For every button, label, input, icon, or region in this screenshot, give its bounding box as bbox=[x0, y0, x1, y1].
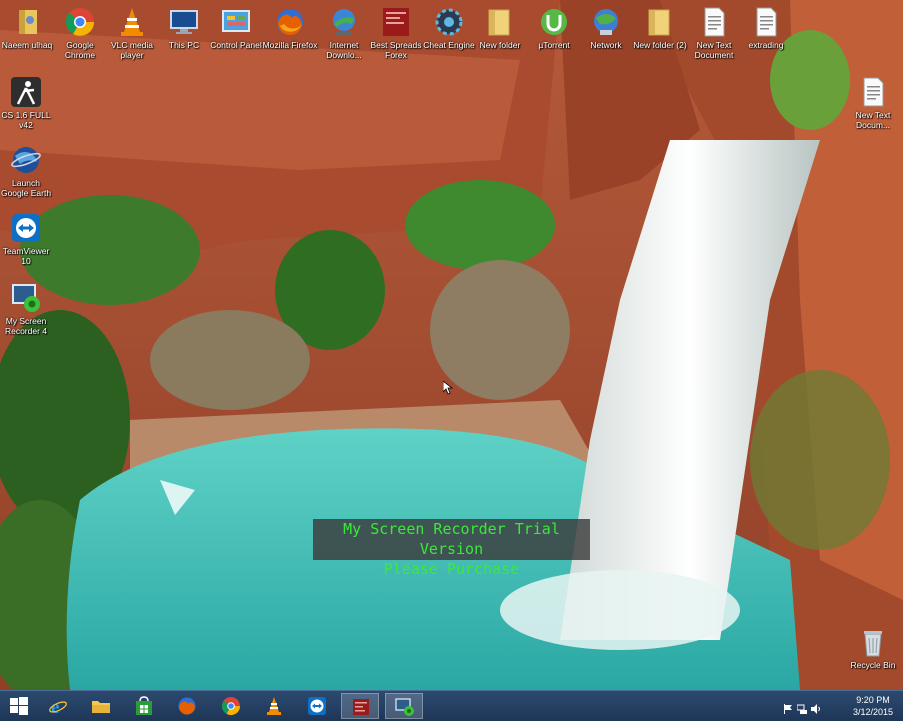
desktop-icon-new-text-document-2[interactable]: New Text Docum... bbox=[845, 72, 901, 130]
desktop-icon-label: My Screen Recorder 4 bbox=[4, 316, 48, 336]
taskbar-teamviewer-button[interactable] bbox=[298, 693, 336, 719]
desktop-icon-label: Best Spreads Forex bbox=[370, 40, 422, 60]
network-icon bbox=[590, 6, 622, 38]
taskbar-screen-recorder-button[interactable] bbox=[385, 693, 423, 719]
desktop-icon-label: New Text Docum... bbox=[855, 110, 891, 130]
folder-icon bbox=[484, 6, 516, 38]
desktop-icon-label: Naeem ulhaq bbox=[1, 40, 53, 50]
desktop-icon-label: Recycle Bin bbox=[850, 660, 896, 670]
desktop-icon-my-screen-recorder[interactable]: My Screen Recorder 4 bbox=[0, 278, 54, 336]
recycle-bin-icon bbox=[857, 626, 889, 658]
idm-icon bbox=[328, 6, 360, 38]
vlc-icon bbox=[116, 6, 148, 38]
desktop-icon-label: CS 1.6 FULL v42 bbox=[1, 110, 51, 130]
taskbar-file-explorer-button[interactable] bbox=[82, 693, 120, 719]
folder-icon bbox=[644, 6, 676, 38]
volume-icon[interactable] bbox=[811, 701, 821, 714]
computer-icon bbox=[168, 6, 200, 38]
teamviewer-icon bbox=[10, 212, 42, 244]
desktop-icon-label: extrading bbox=[748, 40, 784, 50]
desktop-icon-label: This PC bbox=[168, 40, 200, 50]
taskbar-firefox-button[interactable] bbox=[168, 693, 206, 719]
start-button[interactable] bbox=[0, 693, 38, 719]
utorrent-icon bbox=[538, 6, 570, 38]
desktop-icon-label: TeamViewer 10 bbox=[2, 246, 50, 266]
desktop-wallpaper bbox=[0, 0, 903, 720]
text-document-icon bbox=[857, 76, 889, 108]
desktop-icon-new-folder[interactable]: New folder bbox=[472, 2, 528, 50]
desktop-icon-label: µTorrent bbox=[538, 40, 570, 50]
desktop-icon-teamviewer[interactable]: TeamViewer 10 bbox=[0, 208, 54, 266]
taskbar-clock[interactable]: 9:20 PM 3/12/2015 bbox=[853, 694, 893, 718]
desktop-icon-label: Network bbox=[590, 40, 622, 50]
desktop-icon-label: Launch Google Earth bbox=[0, 178, 52, 198]
desktop-icon-cheat-engine[interactable]: Cheat Engine bbox=[421, 2, 477, 50]
desktop-icon-control-panel[interactable]: Control Panel bbox=[208, 2, 264, 50]
desktop-icon-firefox[interactable]: Mozilla Firefox bbox=[262, 2, 318, 50]
text-document-icon bbox=[750, 6, 782, 38]
watermark-line-1: My Screen Recorder Trial Version bbox=[343, 520, 560, 558]
text-document-icon bbox=[698, 6, 730, 38]
desktop-icon-network[interactable]: Network bbox=[578, 2, 634, 50]
taskbar-store-button[interactable] bbox=[125, 693, 163, 719]
desktop-icon-this-pc[interactable]: This PC bbox=[156, 2, 212, 50]
taskbar-forex-button[interactable] bbox=[341, 693, 379, 719]
taskbar-vlc-button[interactable] bbox=[255, 693, 293, 719]
user-folder-icon bbox=[11, 6, 43, 38]
counter-strike-icon bbox=[10, 76, 42, 108]
desktop-icon-new-folder-2[interactable]: New folder (2) bbox=[632, 2, 688, 50]
system-tray: 9:20 PM 3/12/2015 bbox=[779, 691, 899, 721]
desktop-icon-utorrent[interactable]: µTorrent bbox=[526, 2, 582, 50]
taskbar: e 9:20 PM 3/12/2015 bbox=[0, 690, 903, 721]
desktop-icon-label: VLC media player bbox=[110, 40, 154, 60]
clock-date: 3/12/2015 bbox=[852, 707, 893, 717]
trial-watermark: My Screen Recorder Trial Version Please … bbox=[313, 519, 590, 578]
clock-time: 9:20 PM bbox=[856, 695, 890, 705]
chrome-icon bbox=[64, 6, 96, 38]
desktop-icon-label: Internet Downlo... bbox=[326, 40, 362, 60]
google-earth-icon bbox=[10, 144, 42, 176]
desktop-icon-forex[interactable]: Best Spreads Forex bbox=[368, 2, 424, 60]
desktop-icon-idm[interactable]: Internet Downlo... bbox=[316, 2, 372, 60]
forex-icon bbox=[380, 6, 412, 38]
cheat-engine-icon bbox=[433, 6, 465, 38]
taskbar-internet-explorer-button[interactable]: e bbox=[39, 693, 77, 719]
desktop-icon-chrome[interactable]: Google Chrome bbox=[52, 2, 108, 60]
desktop-icon-label: Google Chrome bbox=[64, 40, 96, 60]
desktop-icon-label: Cheat Engine bbox=[423, 40, 475, 50]
firefox-icon bbox=[274, 6, 306, 38]
mouse-cursor-icon bbox=[442, 380, 454, 395]
watermark-line-2: Please Purchase bbox=[383, 560, 520, 578]
desktop-icon-label: New Text Document bbox=[694, 40, 734, 60]
desktop-icon-label: New folder bbox=[479, 40, 521, 50]
desktop-icon-label: Control Panel bbox=[210, 40, 262, 50]
desktop-icon-vlc[interactable]: VLC media player bbox=[104, 2, 160, 60]
desktop-icon-recycle-bin[interactable]: Recycle Bin bbox=[845, 622, 901, 670]
desktop-icon-google-earth[interactable]: Launch Google Earth bbox=[0, 140, 54, 198]
taskbar-chrome-button[interactable] bbox=[212, 693, 250, 719]
desktop-icon-user-folder[interactable]: Naeem ulhaq bbox=[0, 2, 55, 50]
flag-icon[interactable] bbox=[783, 701, 793, 714]
screen-recorder-icon bbox=[10, 282, 42, 314]
network-status-icon[interactable] bbox=[796, 701, 807, 714]
desktop-icon-label: New folder (2) bbox=[633, 40, 687, 50]
desktop-icon-new-text-document[interactable]: New Text Document bbox=[686, 2, 742, 60]
desktop-icon-cs16[interactable]: CS 1.6 FULL v42 bbox=[0, 72, 54, 130]
desktop-icon-extrading[interactable]: extrading bbox=[738, 2, 794, 50]
control-panel-icon bbox=[220, 6, 252, 38]
desktop-icon-label: Mozilla Firefox bbox=[262, 40, 318, 50]
